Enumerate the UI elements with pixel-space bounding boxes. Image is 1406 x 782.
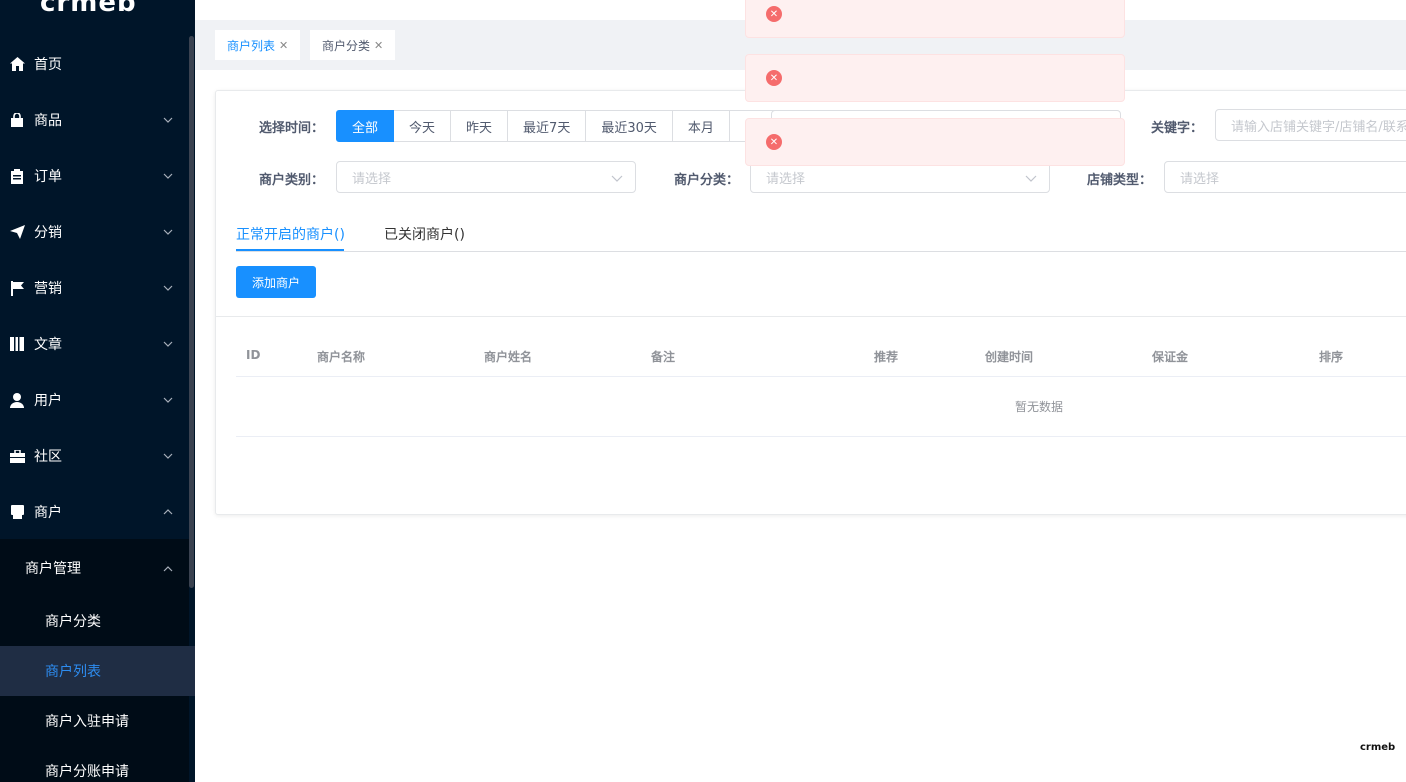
chevron-down-icon [163,283,173,294]
category-select[interactable]: 请选择 [336,161,636,193]
logo: crmeb [40,0,137,18]
bag-icon [9,112,25,128]
sidebar-item-goods[interactable]: 商品 [0,92,189,148]
store-type-label: 店铺类型： [1087,173,1153,188]
store-type-select[interactable]: 请选择 [1164,161,1406,193]
table-header-border [236,376,1406,377]
time-option-7days[interactable]: 最近7天 [508,110,587,142]
column-header-created-time: 创建时间 [985,350,1034,364]
tab-closed-merchants[interactable]: 已关闭商户() [384,224,465,244]
sidebar-item-label: 文章 [34,337,62,353]
empty-table-text: 暂无数据 [1015,400,1064,414]
clipboard-icon [9,168,25,184]
tab-open-merchants[interactable]: 正常开启的商户() [236,224,345,244]
keyword-label: 关键字： [1151,121,1204,136]
time-option-month[interactable]: 本月 [672,110,730,142]
sidebar: crmeb 首页 商品 订单 分销 营销 文章 用户 社区 商户 商户管理 商户… [0,0,195,782]
briefcase-icon [9,448,25,464]
sidebar-item-merchant[interactable]: 商户 [0,484,189,540]
chevron-up-icon [163,561,173,576]
chevron-down-icon [163,227,173,238]
chevron-down-icon [163,339,173,350]
keyword-input[interactable]: 请输入店铺关键字/店铺名/联系 [1215,109,1406,141]
column-header-id: ID [246,348,261,362]
sidebar-item-label: 营销 [34,281,62,297]
time-option-all[interactable]: 全部 [336,110,395,142]
sidebar-item-label: 分销 [34,225,62,241]
book-icon [9,336,25,352]
close-icon[interactable]: ✕ [374,39,383,52]
time-filter-label: 选择时间： [259,121,325,136]
sidebar-scrollbar[interactable] [189,36,194,588]
sidebar-item-articles[interactable]: 文章 [0,316,189,372]
column-header-contact-name: 商户姓名 [484,350,533,364]
column-header-sort: 排序 [1319,350,1344,364]
close-icon[interactable]: ✕ [279,39,288,52]
sidebar-item-label: 订单 [34,169,62,185]
add-merchant-button[interactable]: 添加商户 [236,266,316,298]
send-icon [9,224,25,240]
time-option-today[interactable]: 今天 [394,110,452,142]
chevron-down-icon [163,115,173,126]
sidebar-item-marketing[interactable]: 营销 [0,260,189,316]
submenu-title: 商户管理 [25,561,81,577]
submenu-item-split-application[interactable]: 商户分账申请 [0,746,195,782]
store-type-placeholder: 请选择 [1180,171,1220,187]
flag-icon [9,280,25,296]
tab-label: 商户分类 [322,38,371,53]
tab-label: 商户列表 [227,38,276,53]
sidebar-item-label: 商户 [34,505,62,521]
sidebar-item-label: 社区 [34,449,62,465]
user-icon [9,392,25,408]
column-header-recommend: 推荐 [874,350,899,364]
corner-logo: crmeb [1360,742,1396,753]
submenu-item-merchant-category[interactable]: 商户分类 [0,596,195,646]
class-label: 商户分类： [674,173,740,188]
category-label: 商户类别： [259,173,325,188]
class-placeholder: 请选择 [766,171,806,187]
category-placeholder: 请选择 [352,171,392,187]
time-option-yesterday[interactable]: 昨天 [451,110,509,142]
chevron-down-icon [163,395,173,406]
store-icon [9,504,25,520]
home-icon [9,56,25,72]
sidebar-item-label: 首页 [34,57,62,73]
error-toast: ✕ [745,118,1125,166]
sidebar-item-distribution[interactable]: 分销 [0,204,189,260]
sidebar-item-orders[interactable]: 订单 [0,148,189,204]
divider [216,316,1406,317]
submenu-item-merchant-application[interactable]: 商户入驻申请 [0,696,195,746]
chevron-down-icon [163,451,173,462]
sidebar-item-community[interactable]: 社区 [0,428,189,484]
sidebar-item-users[interactable]: 用户 [0,372,189,428]
error-icon: ✕ [766,134,782,150]
tab-merchant-category[interactable]: 商户分类 ✕ [310,30,396,60]
sidebar-item-label: 用户 [34,393,62,409]
submenu-item-merchant-list[interactable]: 商户列表 [0,646,195,696]
column-header-deposit: 保证金 [1152,350,1189,364]
error-toast: ✕ [745,0,1125,38]
column-header-remark: 备注 [651,350,676,364]
error-icon: ✕ [766,70,782,86]
chevron-down-icon [1025,172,1037,187]
chevron-down-icon [611,172,623,187]
time-filter-group: 全部 今天 昨天 最近7天 最近30天 本月 本年 [336,110,787,142]
error-icon: ✕ [766,6,782,22]
active-tab-indicator [236,249,344,251]
error-toast: ✕ [745,54,1125,102]
chevron-down-icon [163,171,173,182]
merchant-status-tabs: 正常开启的商户() 已关闭商户() [236,214,1406,252]
sidebar-item-home[interactable]: 首页 [0,36,189,92]
tab-merchant-list[interactable]: 商户列表 ✕ [215,30,301,60]
chevron-up-icon [163,507,173,518]
time-option-30days[interactable]: 最近30天 [586,110,673,142]
sidebar-item-label: 商品 [34,113,62,129]
submenu-merchant-management[interactable]: 商户管理 [0,543,189,593]
table-bottom-border [236,436,1406,437]
column-header-merchant-name: 商户名称 [317,350,366,364]
